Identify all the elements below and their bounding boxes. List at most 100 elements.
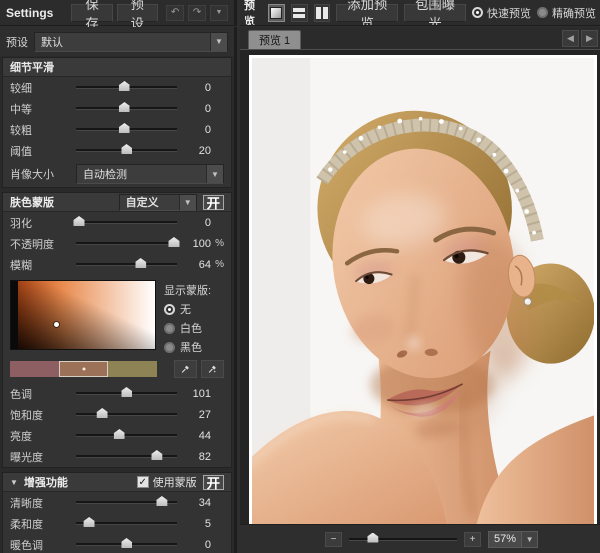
slider-thumb[interactable] <box>156 496 167 506</box>
slider-thumb[interactable] <box>151 450 162 460</box>
add-preview-button[interactable]: 添加预览 <box>336 4 398 22</box>
eyedropper-add-button[interactable]: + <box>201 360 224 378</box>
preview-toolbar: 预览 添加预览 包围曝光 快速预览 精确预览 <box>240 0 600 26</box>
slider-thumb[interactable] <box>97 408 108 418</box>
portrait-size-label: 肖像大小 <box>10 166 70 182</box>
mask-preset-select[interactable]: 自定义 ▼ <box>119 194 197 211</box>
zoom-bar: − + 57% ▼ <box>240 524 600 553</box>
mask-preset-value: 自定义 <box>120 194 179 210</box>
mask-option-label: 白色 <box>180 320 202 336</box>
slider-track[interactable] <box>76 263 177 266</box>
mask-option-none[interactable]: 无 <box>164 301 211 317</box>
image-frame <box>249 55 597 524</box>
slider-value: 101 <box>183 388 211 400</box>
section-enhancements: ▼ 增强功能 ✓ 使用蒙版 开 清晰度 34 柔和度 5 暖色调 <box>2 472 232 553</box>
slider-row-latitude: 曝光度 82 <box>3 446 231 467</box>
slider-label: 暖色调 <box>10 537 70 553</box>
slider-track[interactable] <box>76 86 177 89</box>
preset-select[interactable]: 默认 ▼ <box>34 32 228 52</box>
color-marker[interactable] <box>54 322 59 327</box>
slider-thumb[interactable] <box>168 237 179 247</box>
slider-track[interactable] <box>76 501 177 504</box>
portrait-size-select[interactable]: 自动检测 ▼ <box>76 164 224 184</box>
slider-thumb[interactable] <box>119 123 130 133</box>
tab-scroll-left-button[interactable]: ◀ <box>562 30 579 47</box>
chevron-down-icon[interactable]: ▼ <box>179 195 196 210</box>
redo-icon: ↷ <box>193 7 201 18</box>
preview-toolbar-label: 预览 <box>244 0 262 26</box>
slider-track[interactable] <box>76 392 177 395</box>
undo-button[interactable]: ↶ <box>166 5 184 21</box>
slider-track[interactable] <box>76 543 177 546</box>
slider-track[interactable] <box>76 242 177 245</box>
quick-preview-radio[interactable]: 快速预览 <box>472 5 531 21</box>
chevron-down-icon[interactable]: ▼ <box>206 165 223 183</box>
slider-value: 34 <box>183 497 211 509</box>
slider-thumb[interactable] <box>135 258 146 268</box>
collapse-icon[interactable]: ▼ <box>10 478 18 487</box>
preset-button[interactable]: 预设 <box>117 4 158 22</box>
mask-on-toggle[interactable]: 开 <box>203 195 224 210</box>
tab-scroll-right-button[interactable]: ▶ <box>581 30 598 47</box>
slider-value: 0 <box>183 103 211 115</box>
zoom-level-select[interactable]: 57% ▼ <box>488 531 538 548</box>
slider-thumb[interactable] <box>119 81 130 91</box>
chevron-down-icon[interactable]: ▼ <box>522 531 538 548</box>
slider-row-medium: 中等 0 <box>3 98 231 119</box>
slider-track[interactable] <box>76 128 177 131</box>
slider-track[interactable] <box>76 107 177 110</box>
mask-option-white[interactable]: 白色 <box>164 320 211 336</box>
bracket-exposure-button[interactable]: 包围曝光 <box>404 4 466 22</box>
slider-track[interactable] <box>76 455 177 458</box>
slider-thumb[interactable] <box>74 216 85 226</box>
color-gradient-field[interactable] <box>10 280 156 350</box>
zoom-slider-thumb[interactable] <box>367 533 378 543</box>
hue-swatch-2-selected[interactable] <box>59 361 108 377</box>
checkbox-checked-icon: ✓ <box>137 476 149 488</box>
hue-swatch-1[interactable] <box>10 361 59 377</box>
use-mask-checkbox[interactable]: ✓ 使用蒙版 <box>137 474 197 490</box>
slider-thumb[interactable] <box>121 387 132 397</box>
save-button[interactable]: 保存 <box>71 4 112 22</box>
use-mask-label: 使用蒙版 <box>153 474 197 490</box>
slider-value: 0 <box>183 124 211 136</box>
slider-thumb[interactable] <box>119 102 130 112</box>
slider-thumb[interactable] <box>121 144 132 154</box>
redo-button[interactable]: ↷ <box>188 5 206 21</box>
history-dropdown-button[interactable]: ▼ <box>210 5 228 21</box>
slider-track[interactable] <box>76 434 177 437</box>
section-enhance-header[interactable]: ▼ 增强功能 ✓ 使用蒙版 开 <box>3 473 231 492</box>
slider-track[interactable] <box>76 221 177 224</box>
slider-label: 曝光度 <box>10 449 70 465</box>
single-view-icon <box>270 7 282 19</box>
vertical-split-view-button[interactable] <box>314 4 331 22</box>
single-view-button[interactable] <box>268 4 285 22</box>
zoom-out-button[interactable]: − <box>325 532 342 547</box>
slider-thumb[interactable] <box>114 429 125 439</box>
slider-track[interactable] <box>76 413 177 416</box>
zoom-slider-track[interactable] <box>349 538 457 541</box>
section-skin-mask: 肤色蒙版 自定义 ▼ 开 羽化 0 不透明度 100% 模糊 <box>2 192 232 468</box>
zoom-in-button[interactable]: + <box>464 532 481 547</box>
horizontal-split-view-button[interactable] <box>291 4 308 22</box>
slider-track[interactable] <box>76 149 177 152</box>
slider-value: 100 <box>183 238 211 250</box>
chevron-down-icon[interactable]: ▼ <box>210 33 227 51</box>
eyedropper-button[interactable] <box>174 360 197 378</box>
section-detail-header[interactable]: 细节平滑 <box>3 58 231 77</box>
slider-track[interactable] <box>76 522 177 525</box>
slider-row-hue: 色调 101 <box>3 383 231 404</box>
tab-preview-1[interactable]: 预览 1 <box>248 30 301 49</box>
slider-thumb[interactable] <box>84 517 95 527</box>
hue-swatch-3[interactable] <box>108 361 157 377</box>
mask-option-black[interactable]: 黑色 <box>164 339 211 355</box>
preview-canvas[interactable] <box>240 50 600 524</box>
section-mask-header[interactable]: 肤色蒙版 自定义 ▼ 开 <box>3 193 231 212</box>
accurate-preview-radio[interactable]: 精确预览 <box>537 5 596 21</box>
slider-label: 柔和度 <box>10 516 70 532</box>
slider-thumb[interactable] <box>121 538 132 548</box>
enhance-on-toggle[interactable]: 开 <box>203 475 224 490</box>
preset-row: 预设 默认 ▼ <box>0 27 237 56</box>
slider-value: 44 <box>183 430 211 442</box>
portrait-image <box>252 58 594 524</box>
